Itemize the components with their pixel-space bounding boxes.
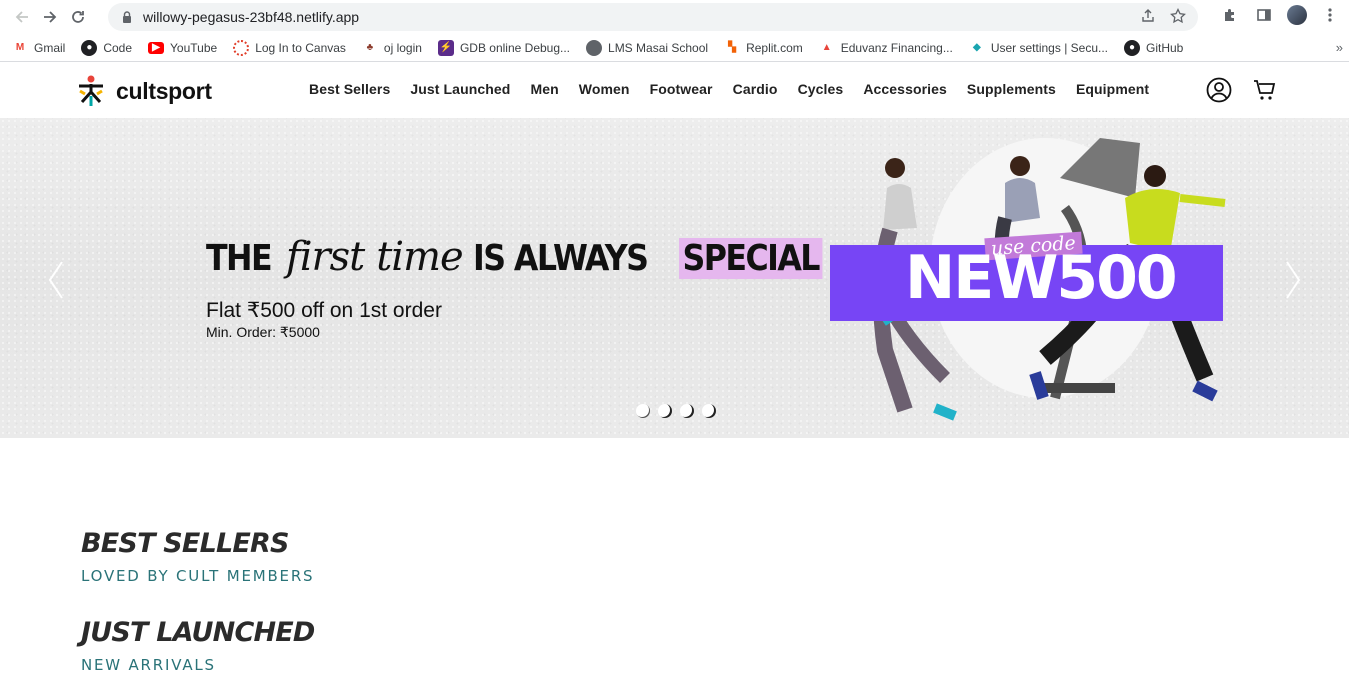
carousel-next-button[interactable] xyxy=(1281,260,1305,300)
reload-button[interactable] xyxy=(64,3,92,31)
section-title: BEST SELLERS xyxy=(81,528,289,559)
url-input[interactable] xyxy=(143,9,1043,25)
carousel-prev-button[interactable] xyxy=(44,260,68,300)
gmail-icon: M xyxy=(15,42,25,53)
carousel-dot[interactable] xyxy=(702,404,716,418)
nav-equipment[interactable]: Equipment xyxy=(1076,81,1149,97)
share-icon[interactable] xyxy=(1140,8,1156,28)
section-subtitle: NEW ARRIVALS xyxy=(81,656,216,674)
bookmark-gmail[interactable]: M Gmail xyxy=(12,40,66,56)
browser-toolbar xyxy=(0,0,1349,34)
bookmark-user-settings[interactable]: ◆ User settings | Secu... xyxy=(969,40,1108,56)
nav-supplements[interactable]: Supplements xyxy=(967,81,1056,97)
side-panel-icon[interactable] xyxy=(1253,4,1275,26)
just-launched-section: JUST LAUNCHED NEW ARRIVALS xyxy=(81,617,315,674)
carousel-dot[interactable] xyxy=(636,404,650,418)
hero-offer: Flat ₹500 off on 1st order xyxy=(206,299,442,322)
bookmark-star-icon[interactable] xyxy=(1170,7,1186,28)
diamond-icon: ◆ xyxy=(972,42,981,53)
bookmarks-bar: M Gmail ● Code ▶ YouTube Log In to Canvas ♣… xyxy=(0,34,1349,62)
oj-icon: ♣ xyxy=(366,42,374,53)
eduvanz-icon: ▲ xyxy=(821,42,832,53)
nav-just-launched[interactable]: Just Launched xyxy=(410,81,510,97)
nav-men[interactable]: Men xyxy=(530,81,558,97)
cultsport-logo-icon xyxy=(76,74,106,108)
canvas-icon xyxy=(233,39,250,56)
reload-icon xyxy=(72,11,84,23)
header-actions xyxy=(1205,76,1279,104)
bookmark-gdb[interactable]: ⚡ GDB online Debug... xyxy=(437,39,570,56)
github-icon: ● xyxy=(81,39,98,56)
nav-accessories[interactable]: Accessories xyxy=(863,81,947,97)
profile-avatar[interactable] xyxy=(1287,5,1307,25)
menu-dots-icon[interactable] xyxy=(1319,4,1341,26)
cart-icon[interactable] xyxy=(1251,76,1279,104)
bookmark-code[interactable]: ● Code xyxy=(81,39,132,56)
globe-icon xyxy=(586,39,603,56)
carousel-dot[interactable] xyxy=(658,404,672,418)
bookmark-canvas[interactable]: Log In to Canvas xyxy=(233,39,346,56)
back-arrow-icon xyxy=(15,11,28,23)
brand-logo[interactable]: cultsport xyxy=(76,74,212,108)
github-icon: ● xyxy=(1124,39,1140,56)
extensions-icon[interactable] xyxy=(1219,4,1241,26)
replit-icon: ▚ xyxy=(728,42,736,53)
bookmark-youtube[interactable]: ▶ YouTube xyxy=(148,41,217,55)
nav-best-sellers[interactable]: Best Sellers xyxy=(309,81,390,97)
hero-min-order: Min. Order: ₹5000 xyxy=(206,324,320,340)
chevron-left-icon xyxy=(48,261,63,299)
section-subtitle: LOVED BY CULT MEMBERS xyxy=(81,567,315,585)
bookmark-replit[interactable]: ▚ Replit.com xyxy=(724,40,803,56)
nav-cardio[interactable]: Cardio xyxy=(733,81,778,97)
carousel-dot[interactable] xyxy=(680,404,694,418)
youtube-icon: ▶ xyxy=(148,41,165,54)
forward-button[interactable] xyxy=(36,3,64,31)
forward-arrow-icon xyxy=(44,11,57,23)
bookmarks-overflow-button[interactable]: » xyxy=(1336,40,1343,55)
account-icon[interactable] xyxy=(1205,76,1233,104)
section-title: JUST LAUNCHED xyxy=(81,617,315,648)
nav-women[interactable]: Women xyxy=(579,81,630,97)
gdb-icon: ⚡ xyxy=(437,39,454,56)
carousel-indicators xyxy=(636,404,716,418)
bookmark-oj[interactable]: ♣ oj login xyxy=(362,40,422,56)
address-bar[interactable] xyxy=(108,3,1198,31)
lock-icon xyxy=(120,10,134,24)
main-nav: Best Sellers Just Launched Men Women Foo… xyxy=(309,81,1149,97)
nav-footwear[interactable]: Footwear xyxy=(650,81,713,97)
site-header: cultsport Best Sellers Just Launched Men… xyxy=(0,62,1349,118)
bookmark-lms[interactable]: LMS Masai School xyxy=(586,39,708,56)
nav-cycles[interactable]: Cycles xyxy=(798,81,844,97)
best-sellers-section: BEST SELLERS LOVED BY CULT MEMBERS xyxy=(81,528,314,585)
promo-code: NEW500 xyxy=(905,243,1178,313)
hero-carousel: THE first time IS ALWAYS SPECIAL Flat ₹5… xyxy=(0,118,1349,438)
back-button[interactable] xyxy=(8,3,36,31)
bookmark-github[interactable]: ● GitHub xyxy=(1124,39,1183,56)
hero-headline: THE first time IS ALWAYS SPECIAL xyxy=(206,234,842,280)
bookmark-eduvanz[interactable]: ▲ Eduvanz Financing... xyxy=(819,40,953,56)
chevron-right-icon xyxy=(1286,261,1301,299)
